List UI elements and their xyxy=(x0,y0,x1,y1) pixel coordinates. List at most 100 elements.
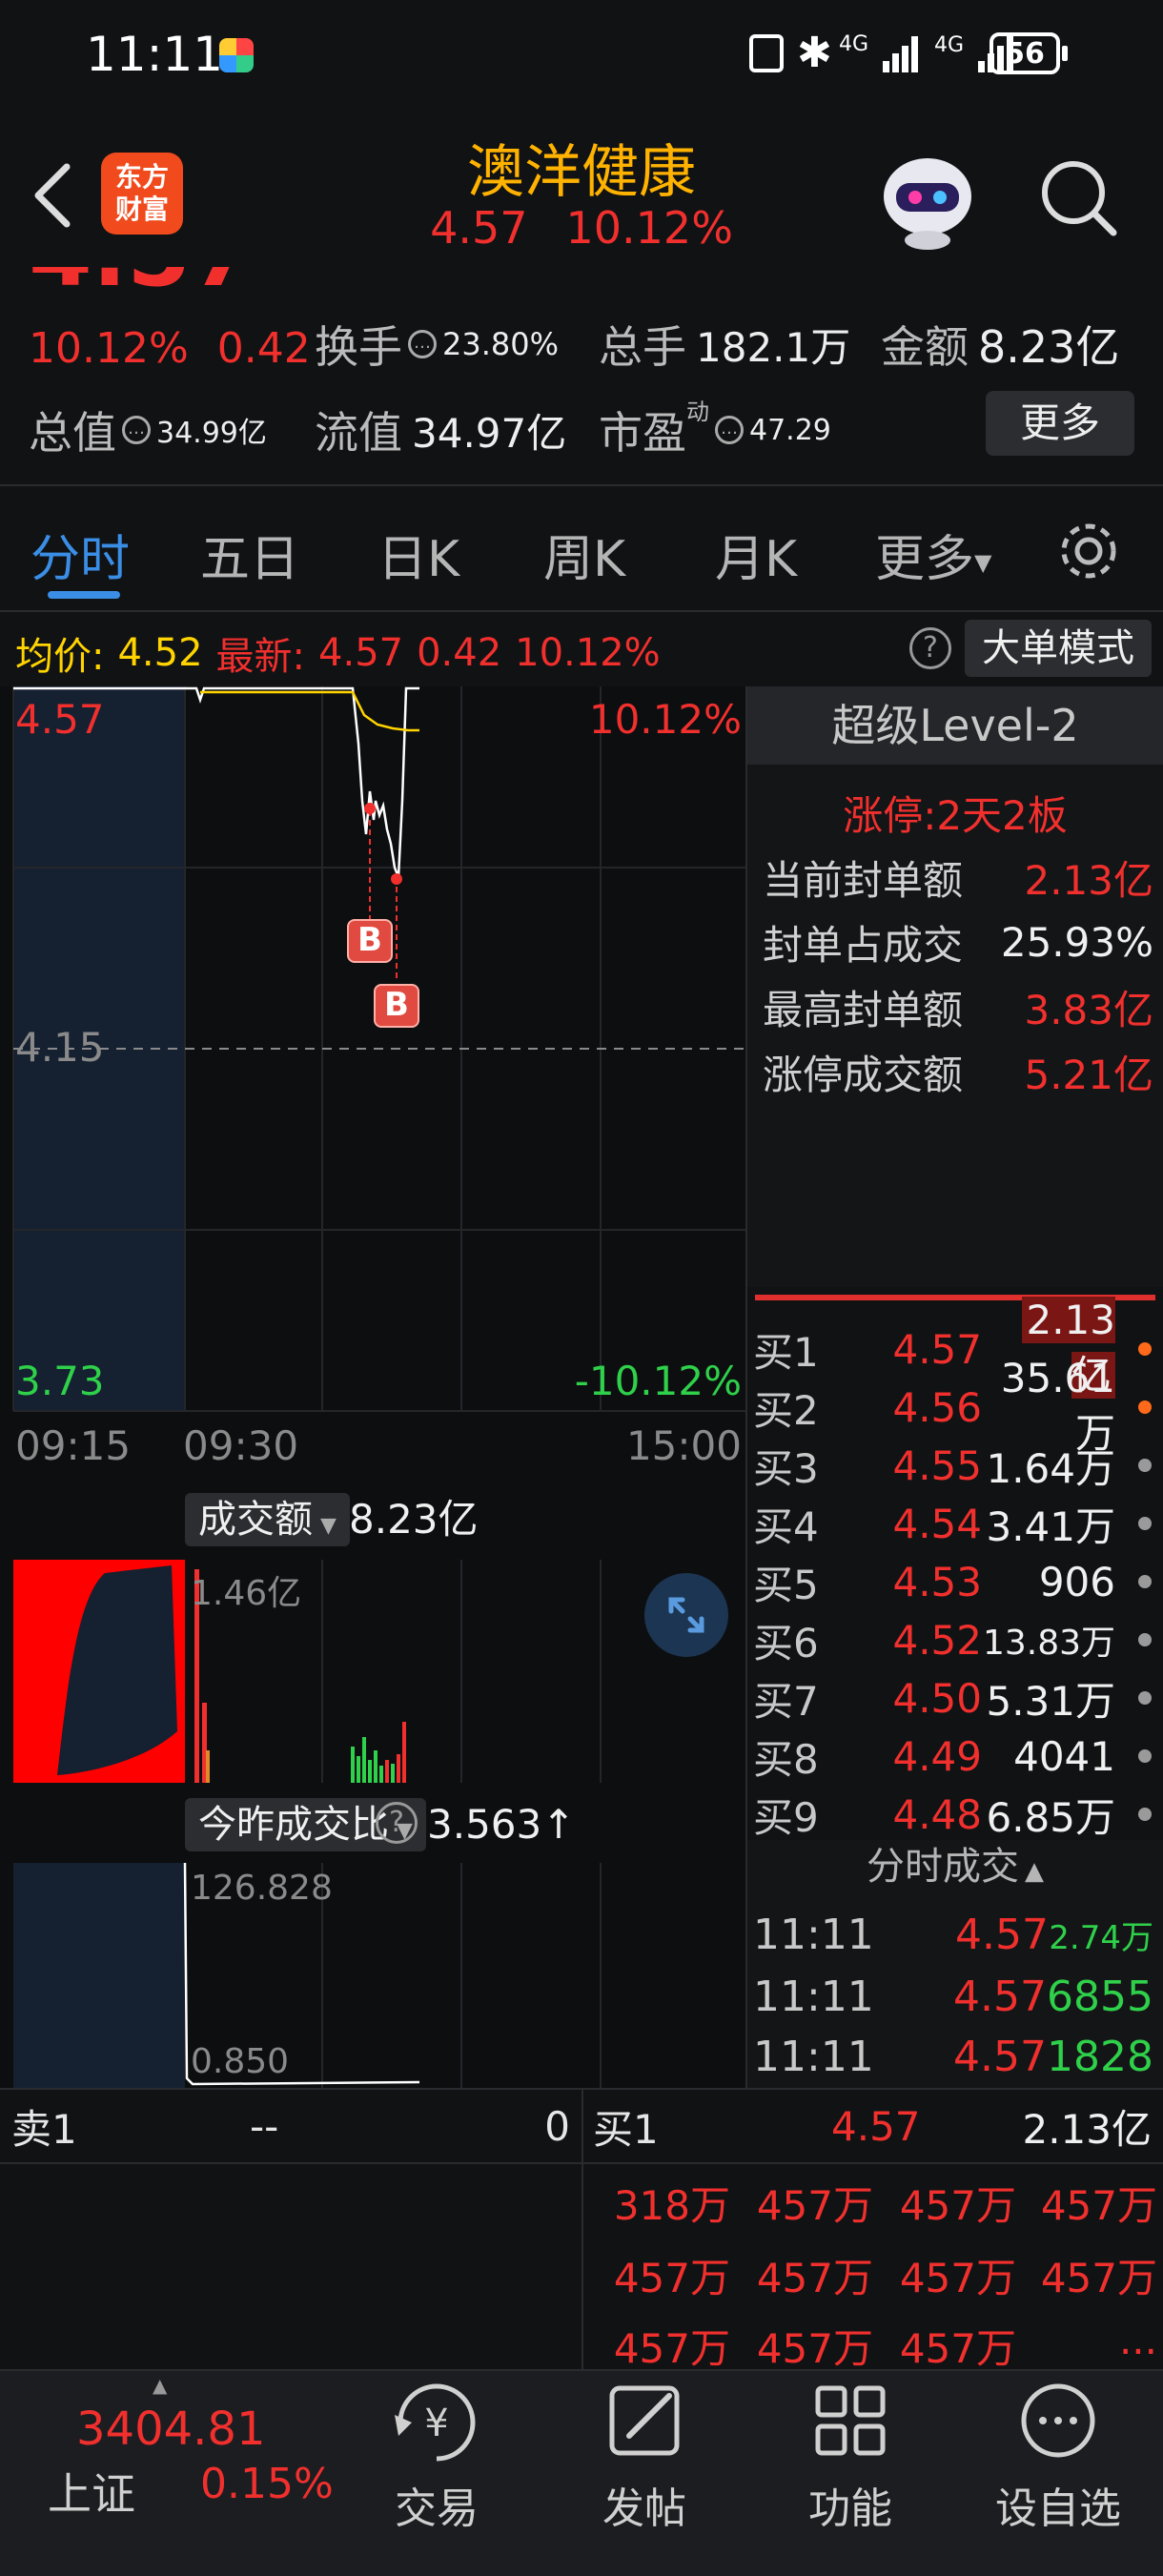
trade-time: 11:11 xyxy=(753,1972,874,2021)
level2-row: 涨停成交额 5.21亿 xyxy=(763,1039,1153,1104)
bid-row[interactable]: 买5 4.53 906 xyxy=(753,1553,1153,1610)
header-quote: 4.57 10.12% xyxy=(343,202,820,254)
amount-stat: 金额 8.23亿 xyxy=(881,313,1119,376)
more-button[interactable]: 更多 xyxy=(986,391,1134,456)
pe-stat: 市盈 动 … 47.29 xyxy=(599,399,831,461)
tab-intraday[interactable]: 分时 xyxy=(31,519,130,590)
trade-row: 11:11 4.57 1828 xyxy=(753,2027,1153,2086)
bid-row[interactable]: 买8 4.49 4041 xyxy=(753,1728,1153,1785)
bid-flag-dot xyxy=(1138,1459,1152,1472)
caret-up-icon: ▲ xyxy=(153,2374,168,2397)
mktcap-value: 34.99亿 xyxy=(156,417,267,450)
big-price: 4.57 xyxy=(29,267,255,307)
intraday-chart[interactable]: B B 4.57 10.12% 4.15 3.73 -10.12% 09:15 … xyxy=(0,686,745,1478)
ratio-grid xyxy=(321,1863,602,2088)
battery-level: 56 xyxy=(1005,36,1045,71)
back-icon[interactable] xyxy=(29,162,76,228)
tab-daily-k[interactable]: 日K xyxy=(377,519,459,590)
bid-row[interactable]: 买3 4.55 1.64万 xyxy=(753,1437,1153,1494)
trade-time: 11:11 xyxy=(753,2032,874,2081)
logo-line2: 财富 xyxy=(114,194,169,225)
tab-more[interactable]: 更多▼ xyxy=(875,519,991,590)
avg-value: 4.52 xyxy=(117,631,203,675)
index-name: 上证 xyxy=(48,2468,135,2520)
bid-volume: 13.83万 xyxy=(982,1624,1115,1663)
tab-monthly-k[interactable]: 月K xyxy=(715,519,797,590)
time-open: 09:30 xyxy=(183,1422,299,1469)
expand-icon[interactable] xyxy=(644,1573,728,1657)
queue-order: 457万 xyxy=(899,2182,1016,2229)
header: 东方 财富 澳洋健康 4.57 10.12% xyxy=(0,114,1163,267)
bid-row[interactable]: 买4 4.54 3.41万 xyxy=(753,1495,1153,1552)
bid-volume: 1.64万 xyxy=(986,1444,1115,1492)
nav-functions-label: 功能 xyxy=(808,2484,892,2533)
float-label: 流值 xyxy=(315,407,402,459)
buy-marker-b[interactable]: B xyxy=(374,984,419,1028)
status-bar: 11:11 ✱ 4G 4G 56 xyxy=(0,0,1163,114)
avg-price-bar: 均价: 4.52 最新: 4.57 0.42 10.12% ? 大单模式 xyxy=(0,612,1163,686)
help-icon[interactable]: ? xyxy=(909,627,951,669)
bid-price: 4.48 xyxy=(892,1790,982,1838)
level2-title[interactable]: 超级Level-2 xyxy=(747,686,1163,765)
queue-order: 318万 xyxy=(613,2182,730,2229)
bid-row[interactable]: 买6 4.52 13.83万 xyxy=(753,1611,1153,1668)
turnover-stat: 换手 … 23.80% xyxy=(315,313,559,376)
level2-row: 封单占成交 25.93% xyxy=(763,910,1153,974)
help-icon[interactable]: ? xyxy=(376,1802,418,1844)
turnover-value: 23.80% xyxy=(442,326,560,362)
sell-price: -- xyxy=(250,2102,279,2150)
nav-trade[interactable]: ¥ 交易 xyxy=(341,2379,532,2550)
nav-add-watchlist[interactable]: 设自选 xyxy=(963,2379,1153,2550)
status-time: 11:11 xyxy=(86,27,224,82)
trade-row: 11:11 4.57 6855 xyxy=(753,1967,1153,2026)
volume-total: 8.23亿 xyxy=(349,1496,479,1543)
settings-gear-icon[interactable] xyxy=(1054,517,1123,585)
search-icon[interactable] xyxy=(1037,156,1119,238)
bid-flag-dot xyxy=(1138,1400,1152,1414)
buy-marker-b[interactable]: B xyxy=(347,919,393,963)
latest-pct: 10.12% xyxy=(515,631,661,675)
info-icon[interactable]: … xyxy=(122,416,151,444)
info-icon[interactable]: … xyxy=(715,416,744,444)
mktcap-stat: 总值 … 34.99亿 xyxy=(29,399,267,461)
bid-flag-dot xyxy=(1138,1517,1152,1530)
nav-functions[interactable]: 功能 xyxy=(755,2379,946,2550)
nav-post[interactable]: 发帖 xyxy=(549,2379,740,2550)
tab-five-day[interactable]: 五日 xyxy=(200,519,299,590)
bid-row[interactable]: 买7 4.50 5.31万 xyxy=(753,1669,1153,1727)
queue-order: 457万 xyxy=(613,2255,730,2301)
volume-label: 总手 xyxy=(599,321,686,373)
trade-row: 11:11 4.57 2.74万 xyxy=(753,1905,1153,1964)
level2-key: 封单占成交 xyxy=(763,921,964,969)
index-ticker[interactable]: ▲ 3404.81 上证 0.15% xyxy=(38,2374,343,2545)
level2-value: 2.13亿 xyxy=(1024,856,1153,904)
quote-summary: 4.57 10.12% 0.42 换手 … 23.80% 总手 182.1万 金… xyxy=(0,267,1163,486)
tab-weekly-k[interactable]: 周K xyxy=(543,519,625,590)
bid-row[interactable]: 买9 4.48 6.85万 xyxy=(753,1786,1153,1843)
info-icon[interactable]: … xyxy=(408,330,437,358)
avg-label: 均价: xyxy=(15,635,105,679)
volume-selector[interactable]: 成交额 ▼ xyxy=(185,1493,350,1546)
bid-flag-dot xyxy=(1138,1691,1152,1705)
stock-name[interactable]: 澳洋健康 xyxy=(343,126,820,209)
chart-bottom-price: 3.73 xyxy=(15,1358,105,1404)
big-order-mode-button[interactable]: 大单模式 xyxy=(965,620,1152,677)
svg-text:¥: ¥ xyxy=(424,2402,448,2445)
trade-volume: 6855 xyxy=(1047,1972,1153,2021)
bid-label: 买4 xyxy=(753,1503,819,1550)
trade-price: 4.57 xyxy=(953,1972,1048,2021)
bid-price: 4.50 xyxy=(892,1674,982,1722)
level2-key: 最高封单额 xyxy=(763,986,964,1033)
amount-value: 8.23亿 xyxy=(978,321,1120,373)
buy-marker-dot xyxy=(391,873,402,885)
robot-assistant-icon[interactable] xyxy=(877,149,978,250)
turnover-label: 换手 xyxy=(315,321,402,373)
bid-label: 买9 xyxy=(753,1793,819,1841)
bid-row[interactable]: 买2 4.56 35.61万 xyxy=(753,1355,1153,1457)
trades-header[interactable]: 分时成交 ▲ xyxy=(747,1840,1163,1893)
tab-more-label: 更多 xyxy=(875,531,975,588)
queue-more[interactable]: ... xyxy=(1014,2317,1157,2363)
battery-icon: 56 xyxy=(990,32,1060,74)
buy-marker-dot xyxy=(364,803,376,814)
nav-trade-label: 交易 xyxy=(395,2484,479,2533)
